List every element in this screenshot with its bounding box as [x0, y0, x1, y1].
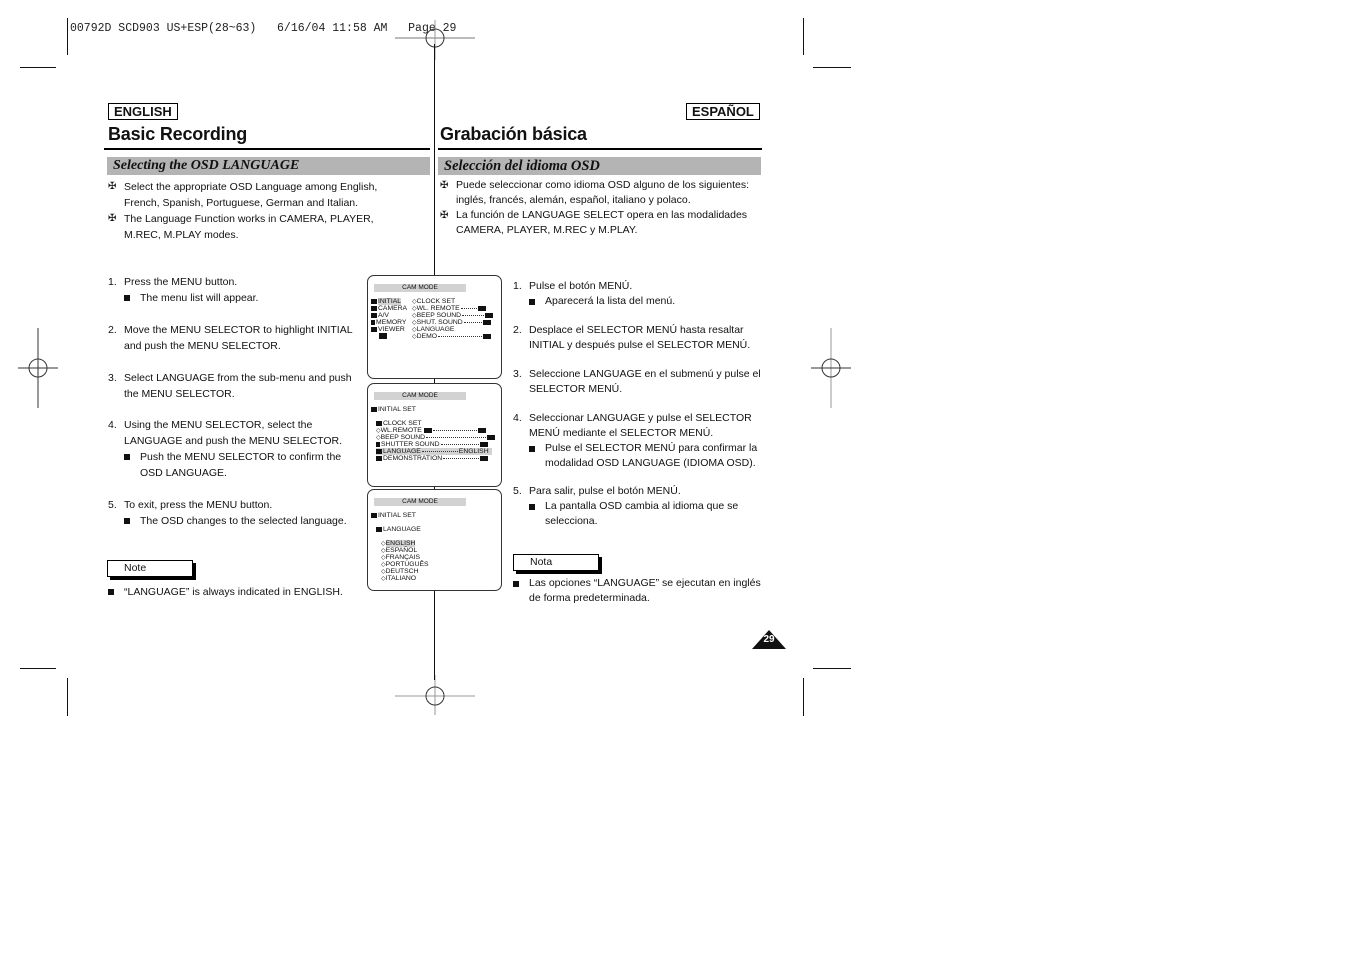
av-icon	[371, 312, 377, 318]
osd-screen-main-menu: CAM MODE INITIAL CAMERA A/V MEMORY VIEWE…	[367, 275, 502, 379]
osd-exit-icon	[379, 333, 388, 340]
step-item: 3. Seleccione LANGUAGE en el submenú y pu…	[513, 368, 761, 395]
osd-mode-label: CAM MODE	[374, 284, 466, 292]
crop-mark	[813, 668, 851, 669]
intro-item: ✠ La función de LANGUAGE SELECT opera en …	[440, 209, 748, 236]
spanish-title-rule	[438, 148, 762, 150]
osd-left-item: A/V	[371, 312, 389, 319]
square-bullet-icon	[513, 581, 519, 587]
step-subitem: Push the MENU SELECTOR to confirm the OS…	[108, 449, 353, 481]
osd-item: DEMONSTRATION	[376, 455, 489, 462]
crop-mark	[67, 678, 68, 716]
cross-bullet-icon: ✠	[108, 181, 117, 192]
step-subitem: The OSD changes to the selected language…	[108, 513, 353, 529]
spanish-language-tag: ESPAÑOL	[686, 103, 760, 120]
crop-mark	[813, 67, 851, 68]
crop-mark	[803, 678, 804, 716]
step-item: 1. Pulse el botón MENÚ.	[513, 280, 633, 292]
registration-mark-icon	[811, 328, 851, 408]
square-bullet-icon	[108, 589, 114, 595]
osd-header: INITIAL SET	[371, 406, 416, 413]
cross-bullet-icon: ✠	[440, 180, 449, 191]
viewer-icon	[371, 326, 377, 332]
osd-left-item: MEMORY	[371, 319, 406, 326]
step-subitem: Aparecerá la lista del menú.	[513, 294, 763, 309]
square-bullet-icon	[529, 504, 535, 510]
step-item: 5. Para salir, pulse el botón MENÚ.	[513, 485, 681, 497]
cross-bullet-icon: ✠	[108, 213, 117, 224]
english-page-title: Basic Recording	[108, 124, 248, 144]
english-steps: 1. Press the MENU button. The menu list w…	[108, 274, 353, 529]
step-subitem: The menu list will appear.	[108, 290, 353, 306]
crop-mark	[20, 67, 56, 68]
square-bullet-icon	[529, 446, 535, 452]
osd-item-selected: LANGUAGE ENGLISH	[376, 448, 492, 455]
osd-left-item: INITIAL	[371, 298, 402, 305]
clock-icon	[376, 420, 382, 426]
osd-item: CLOCK SET	[376, 420, 422, 427]
osd-header: INITIAL SET	[371, 512, 416, 519]
menu-icon	[371, 512, 377, 518]
osd-left-item: CAMERA	[371, 305, 407, 312]
osd-right-item: ◇DEMO	[412, 333, 492, 341]
step-item: 4. Seleccionar LANGUAGE y pulse el SELECT…	[513, 412, 752, 439]
osd-mode-label: CAM MODE	[374, 498, 466, 506]
square-bullet-icon	[124, 295, 130, 301]
spanish-intro: ✠ Puede seleccionar como idioma OSD algun…	[440, 178, 755, 238]
intro-item: ✠ Puede seleccionar como idioma OSD algun…	[440, 179, 750, 206]
square-bullet-icon	[529, 299, 535, 305]
cross-bullet-icon: ✠	[440, 210, 449, 221]
english-title-rule	[104, 148, 430, 150]
intro-item: ✠ Select the appropriate OSD Language amo…	[108, 181, 378, 209]
step-item: 5. To exit, press the MENU button.	[108, 499, 273, 511]
crop-mark	[20, 668, 56, 669]
osd-item: SHUTTER SOUND	[376, 441, 488, 448]
menu-icon	[371, 406, 377, 412]
memory-icon	[371, 319, 375, 325]
osd-mode-label: CAM MODE	[374, 392, 466, 400]
english-language-tag: ENGLISH	[108, 103, 178, 120]
page-number: 29	[763, 634, 775, 645]
english-note: “LANGUAGE” is always indicated in ENGLIS…	[108, 584, 368, 600]
osd-option: ◇ITALIANO	[381, 575, 417, 582]
english-intro: ✠ Select the appropriate OSD Language amo…	[108, 179, 413, 243]
english-section-heading: Selecting the OSD LANGUAGE	[107, 157, 430, 175]
step-item: 4. Using the MENU SELECTOR, select the LA…	[108, 419, 343, 447]
spanish-steps: 1. Pulse el botón MENÚ. Aparecerá la list…	[513, 279, 763, 529]
crop-mark	[67, 18, 68, 55]
registration-mark-icon	[395, 20, 475, 60]
crop-mark	[803, 18, 804, 55]
step-subitem: La pantalla OSD cambia al idioma que se …	[513, 499, 763, 529]
square-bullet-icon	[124, 454, 130, 460]
step-item: 1. Press the MENU button.	[108, 276, 238, 288]
osd-left-item: VIEWER	[371, 326, 405, 333]
square-bullet-icon	[124, 518, 130, 524]
step-item: 2. Desplace el SELECTOR MENÚ hasta resalt…	[513, 324, 751, 351]
english-note-label: Note	[107, 560, 193, 577]
step-subitem: Pulse el SELECTOR MENÚ para confirmar la…	[513, 441, 763, 471]
spanish-section-heading: Selección del idioma OSD	[438, 157, 761, 175]
step-item: 2. Move the MENU SELECTOR to highlight IN…	[108, 324, 353, 352]
osd-screen-language: CAM MODE INITIAL SET LANGUAGE ◇ENGLISH ◇…	[367, 489, 502, 591]
spanish-note: Las opciones “LANGUAGE” se ejecutan en i…	[513, 576, 768, 606]
step-item: 3. Select LANGUAGE from the sub-menu and …	[108, 372, 352, 400]
spanish-page-title: Grabación básica	[440, 124, 587, 144]
camera-icon	[371, 305, 377, 311]
osd-submenu: LANGUAGE	[376, 526, 421, 533]
spanish-note-label: Nota	[513, 554, 599, 571]
osd-screen-initial-set: CAM MODE INITIAL SET CLOCK SET ◇WL.REMOT…	[367, 383, 502, 487]
registration-mark-icon	[395, 675, 475, 715]
registration-mark-icon	[18, 328, 58, 408]
menu-icon	[371, 298, 377, 304]
intro-item: ✠ The Language Function works in CAMERA, …	[108, 213, 374, 241]
